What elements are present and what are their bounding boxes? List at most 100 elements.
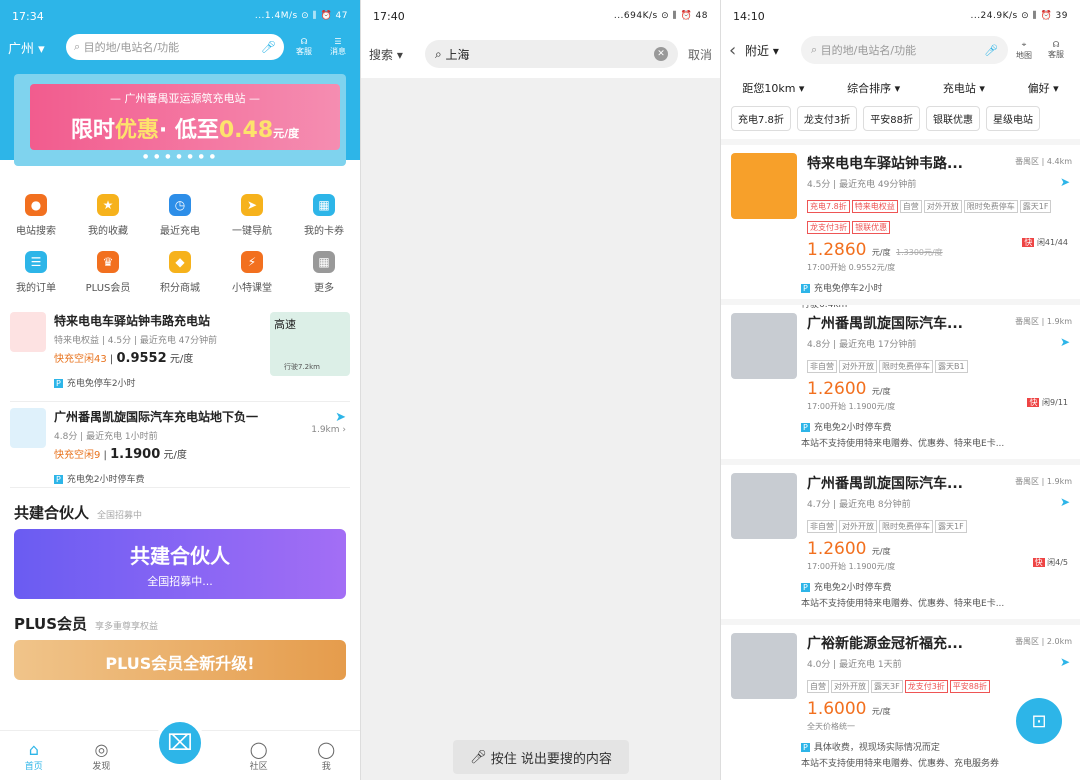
cancel-button[interactable]: 取消 xyxy=(688,46,712,63)
search-screen: 17:40 ...694K/s ⊙ ⫼ ⏰ 48 搜索 ▾ ⌕ 上海 ✕ 取消 … xyxy=(360,0,720,780)
filter-chip[interactable]: 星级电站 xyxy=(986,106,1041,131)
filter-chip[interactable]: 龙支付3折 xyxy=(796,106,858,131)
station-card[interactable]: 广州番禺凯旋国际汽车... 番禺区 | 1.9km ➤ 4.8分 | 最近充电 1… xyxy=(721,299,1080,459)
status-bar: 17:34 ...1.4M/s ⊙ ⫼ ⏰ 47 xyxy=(0,0,360,32)
status-time: 17:34 xyxy=(12,9,44,23)
tab-discover[interactable]: ◎ 发现 xyxy=(92,740,110,772)
station-map-thumb[interactable]: 高速 行驶7.2km xyxy=(270,312,350,376)
station-price: 快充空闲9 | 1.1900 元/度 xyxy=(54,447,187,462)
station-name: 广州番禺凯旋国际汽车... xyxy=(807,316,963,332)
mic-icon[interactable]: 🎤︎ xyxy=(261,40,276,54)
feature-icon: ▦ xyxy=(313,194,335,216)
status-bar: 17:40 ...694K/s ⊙ ⫼ ⏰ 48 xyxy=(361,0,720,32)
feature-4[interactable]: ▦ 我的卡券 xyxy=(288,194,360,237)
search-type-selector[interactable]: 搜索 ▾ xyxy=(369,46,425,63)
station-meta: 4.8分 | 最近充电 17分钟前 xyxy=(807,340,917,350)
feature-9[interactable]: ▦ 更多 xyxy=(288,251,360,294)
nearby-screen: 14:10 ...24.9K/s ⊙ ⫼ ⏰ 39 ‹ 附近 ▾ ⌕ 目的地/电… xyxy=(720,0,1080,780)
station-meta: 4.8分 | 最近充电 1小时前 xyxy=(54,432,158,442)
station-photo xyxy=(731,473,797,539)
station-tag: 露天3F xyxy=(871,680,903,693)
search-input[interactable]: ⌕ 上海 ✕ xyxy=(425,40,678,68)
messages-button[interactable]: ☰ 消息 xyxy=(324,37,352,57)
feature-0[interactable]: ● 电站搜索 xyxy=(0,194,72,237)
city-selector[interactable]: 广州 ▾ xyxy=(8,38,66,57)
station-tag: 自营 xyxy=(899,200,922,213)
station-distance: 番禺区 | 2.0km xyxy=(1015,637,1072,646)
feature-icon: ➤ xyxy=(241,194,263,216)
idle-count: 快 闲41/44 xyxy=(1022,238,1068,247)
feature-label: 积分商城 xyxy=(160,283,200,294)
navigate-button[interactable]: ➤ 1.9km › xyxy=(311,410,346,435)
station-name: 广州番禺凯旋国际汽车... xyxy=(807,476,963,492)
station-card[interactable]: 广裕新能源金冠祈福充... 番禺区 | 2.0km ➤ 4.0分 | 最近充电 1… xyxy=(721,619,1080,779)
status-time: 14:10 xyxy=(733,9,765,23)
filter-dropdown[interactable]: 距您10km ▾ xyxy=(742,80,804,96)
voice-search-button[interactable]: 🎤︎ 按住 说出要搜的内容 xyxy=(453,740,629,774)
feature-6[interactable]: ♛ PLUS会员 xyxy=(72,251,144,294)
feature-label: 一键导航 xyxy=(232,226,272,237)
station-meta: 4.0分 | 最近充电 1天前 xyxy=(807,660,902,670)
filter-dropdown[interactable]: 充电站 ▾ xyxy=(943,80,985,96)
service-label: 客服 xyxy=(296,47,312,56)
station-card[interactable]: 特来电电车驿站钟韦路... 番禺区 | 4.4km ➤ 4.5分 | 最近充电 4… xyxy=(721,139,1080,310)
clear-icon[interactable]: ✕ xyxy=(653,47,668,61)
status-bar: 14:10 ...24.9K/s ⊙ ⫼ ⏰ 39 xyxy=(721,0,1080,32)
search-query: 上海 xyxy=(445,47,470,62)
filter-chip[interactable]: 充电7.8折 xyxy=(731,106,791,131)
scan-fab[interactable]: ⊡ xyxy=(1016,698,1062,744)
station-meta: 4.7分 | 最近充电 8分钟前 xyxy=(807,500,911,510)
map-icon: ⌖ xyxy=(1021,39,1027,49)
messages-label: 消息 xyxy=(330,47,346,56)
search-input[interactable]: ⌕ 目的地/电站名/功能 🎤︎ xyxy=(66,34,284,60)
tab-community[interactable]: ◯ 社区 xyxy=(250,740,268,772)
navigate-icon[interactable]: ➤ xyxy=(1060,335,1070,349)
partner-banner-sub: 全国招募中... xyxy=(147,574,213,588)
feature-label: 小特课堂 xyxy=(232,283,272,294)
feature-icon: ♛ xyxy=(97,251,119,273)
map-button[interactable]: ⌖ 地图 xyxy=(1008,40,1040,61)
feature-1[interactable]: ★ 我的收藏 xyxy=(72,194,144,237)
partner-banner[interactable]: 共建合伙人 全国招募中... xyxy=(14,529,346,599)
tab-me[interactable]: ◯ 我 xyxy=(317,740,335,772)
filter-chip[interactable]: 银联优惠 xyxy=(926,106,981,131)
feature-label: 我的卡券 xyxy=(304,226,344,237)
station-tag: 龙支付3折 xyxy=(807,221,851,234)
filter-dropdown[interactable]: 综合排序 ▾ xyxy=(847,80,900,96)
back-icon[interactable]: ‹ xyxy=(729,40,745,61)
idle-count: 快 闲4/5 xyxy=(1032,558,1068,567)
near-selector[interactable]: 附近 ▾ xyxy=(745,42,801,59)
filter-chip[interactable]: 平安88折 xyxy=(863,106,921,131)
station-card[interactable]: 广州番禺凯旋国际汽车... 番禺区 | 1.9km ➤ 4.7分 | 最近充电 8… xyxy=(721,459,1080,619)
promo-banner[interactable]: — 广州番禺亚运源筑充电站 — 限时优惠· 低至0.48元/度 ● ● ● ● … xyxy=(14,74,346,166)
user-icon: ◯ xyxy=(317,739,336,759)
station-thumb xyxy=(10,312,46,352)
plus-section-title: PLUS会员 享多重尊享权益 xyxy=(14,615,159,633)
station-tags: 非自营 对外开放 限时免费停车 露天1F xyxy=(807,514,1072,535)
search-input[interactable]: ⌕ 目的地/电站名/功能 🎤︎ xyxy=(801,36,1008,64)
feature-8[interactable]: ⚡ 小特课堂 xyxy=(216,251,288,294)
feature-icon: ◆ xyxy=(169,251,191,273)
feature-7[interactable]: ◆ 积分商城 xyxy=(144,251,216,294)
navigate-icon[interactable]: ➤ xyxy=(1060,175,1070,189)
feature-3[interactable]: ➤ 一键导航 xyxy=(216,194,288,237)
service-button[interactable]: ☊ 客服 xyxy=(1040,40,1072,60)
station-card[interactable]: 特来电电车驿站钟韦路充电站 特来电权益 | 4.5分 | 最近充电 47分钟前 … xyxy=(10,312,350,402)
navigate-icon[interactable]: ➤ xyxy=(1060,495,1070,509)
station-tag: 龙支付3折 xyxy=(904,680,948,693)
scan-icon: ⌧ xyxy=(167,730,193,756)
station-card[interactable]: 广州番禺凯旋国际汽车充电站地下负一 4.8分 | 最近充电 1小时前 快充空闲9… xyxy=(10,408,350,488)
tab-home[interactable]: ⌂ 首页 xyxy=(25,740,43,772)
station-tag: 露天B1 xyxy=(935,360,968,373)
scan-button[interactable]: ⌧ xyxy=(155,718,205,768)
plus-banner[interactable]: PLUS会员全新升级! xyxy=(14,640,346,680)
mic-icon[interactable]: 🎤︎ xyxy=(984,44,998,57)
navigate-icon[interactable]: ➤ xyxy=(1060,655,1070,669)
filter-dropdown[interactable]: 偏好 ▾ xyxy=(1028,80,1059,96)
feature-5[interactable]: ☰ 我的订单 xyxy=(0,251,72,294)
station-price: 1.2600 元/度 xyxy=(807,379,891,399)
station-tag: 露天1F xyxy=(935,520,967,533)
service-button[interactable]: ☊ 客服 xyxy=(290,37,318,57)
scan-icon: ⊡ xyxy=(1031,710,1047,732)
feature-2[interactable]: ◷ 最近充电 xyxy=(144,194,216,237)
